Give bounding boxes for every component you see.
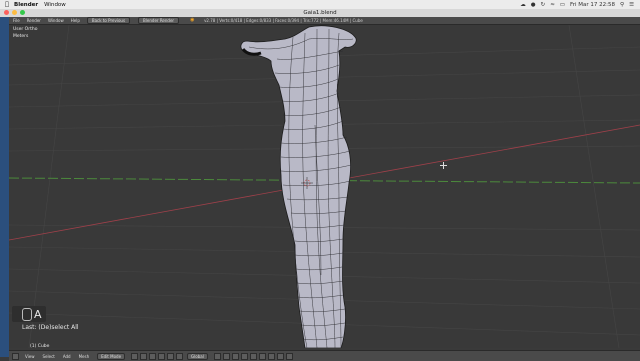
desktop-background-strip [0, 17, 9, 357]
3d-view-header: View Select Add Mesh Edit Mode Global [9, 350, 640, 361]
mouse-crosshair-icon [440, 162, 447, 169]
occlude-geometry-icon[interactable] [240, 352, 248, 360]
view-name-label: User Ortho [13, 27, 38, 32]
viewport-shading-icon[interactable] [131, 352, 139, 360]
render-engine-select[interactable]: Blender Render [138, 17, 180, 24]
vertex-select-icon[interactable] [213, 352, 221, 360]
menu-file[interactable]: File [13, 18, 20, 23]
menu-window-blender[interactable]: Window [48, 18, 64, 23]
blender-info-header: ◉ File Render Window Help Back to Previo… [0, 17, 640, 25]
close-window-icon[interactable] [4, 10, 9, 15]
apple-icon[interactable]:  [0, 1, 14, 8]
window-controls [4, 10, 25, 15]
snap-icon[interactable] [258, 352, 266, 360]
battery-icon[interactable]: ▭ [560, 2, 565, 8]
notification-list-icon[interactable]: ☰ [629, 2, 634, 8]
search-icon[interactable]: ⚲ [620, 2, 624, 8]
back-to-previous-button[interactable]: Back to Previous [86, 17, 131, 24]
zoom-window-icon[interactable] [20, 10, 25, 15]
edge-select-icon[interactable] [222, 352, 230, 360]
menu-app-name[interactable]: Blender [14, 2, 38, 8]
layers-icon[interactable] [276, 352, 284, 360]
menu-add[interactable]: Add [63, 354, 71, 359]
scene-stats: v2.78 | Verts:0/418 | Edges:0/833 | Face… [204, 18, 363, 23]
translate-icon[interactable] [158, 352, 166, 360]
units-label: Meters [13, 34, 29, 39]
mode-select[interactable]: Edit Mode [97, 352, 126, 360]
menu-help[interactable]: Help [71, 18, 80, 23]
proportional-edit-icon[interactable] [249, 352, 257, 360]
menu-mesh[interactable]: Mesh [79, 354, 90, 359]
pivot-point-icon[interactable] [140, 352, 148, 360]
rotate-icon[interactable] [167, 352, 175, 360]
mesh-object[interactable] [240, 25, 357, 348]
key-indicator-text: A [34, 308, 42, 321]
cloud-icon[interactable]: ☁ [520, 2, 526, 8]
menu-window[interactable]: Window [44, 2, 66, 8]
record-icon[interactable]: ● [531, 2, 536, 8]
scale-icon[interactable] [176, 352, 184, 360]
menu-select[interactable]: Select [43, 354, 55, 359]
minimize-window-icon[interactable] [12, 10, 17, 15]
manipulator-icon[interactable] [149, 352, 157, 360]
3d-viewport[interactable]: User Ortho Meters [9, 25, 640, 348]
clock-text[interactable]: Fri Mar 17 22:58 [570, 2, 615, 8]
last-operator-label[interactable]: Last: (De)select All [22, 324, 79, 331]
active-object-label: (1) Cube [30, 344, 50, 349]
wifi-icon[interactable]: ≈ [550, 2, 555, 8]
menu-view[interactable]: View [25, 354, 35, 359]
blender-stats-icon: ◉ [190, 17, 195, 23]
viewport-canvas[interactable] [9, 25, 640, 348]
window-title: Gaia1.blend [303, 10, 337, 16]
menu-bar-status-area: ☁ ● ↻ ≈ ▭ Fri Mar 17 22:58 ⚲ ☰ [520, 2, 640, 8]
menu-render[interactable]: Render [27, 18, 41, 23]
render-preview-icon[interactable] [285, 352, 293, 360]
editor-type-icon[interactable] [12, 352, 19, 360]
snap-target-icon[interactable] [267, 352, 275, 360]
face-select-icon[interactable] [231, 352, 239, 360]
transform-orientation-select[interactable]: Global [187, 352, 208, 360]
mouse-icon [22, 308, 32, 321]
sync-icon[interactable]: ↻ [541, 2, 546, 8]
